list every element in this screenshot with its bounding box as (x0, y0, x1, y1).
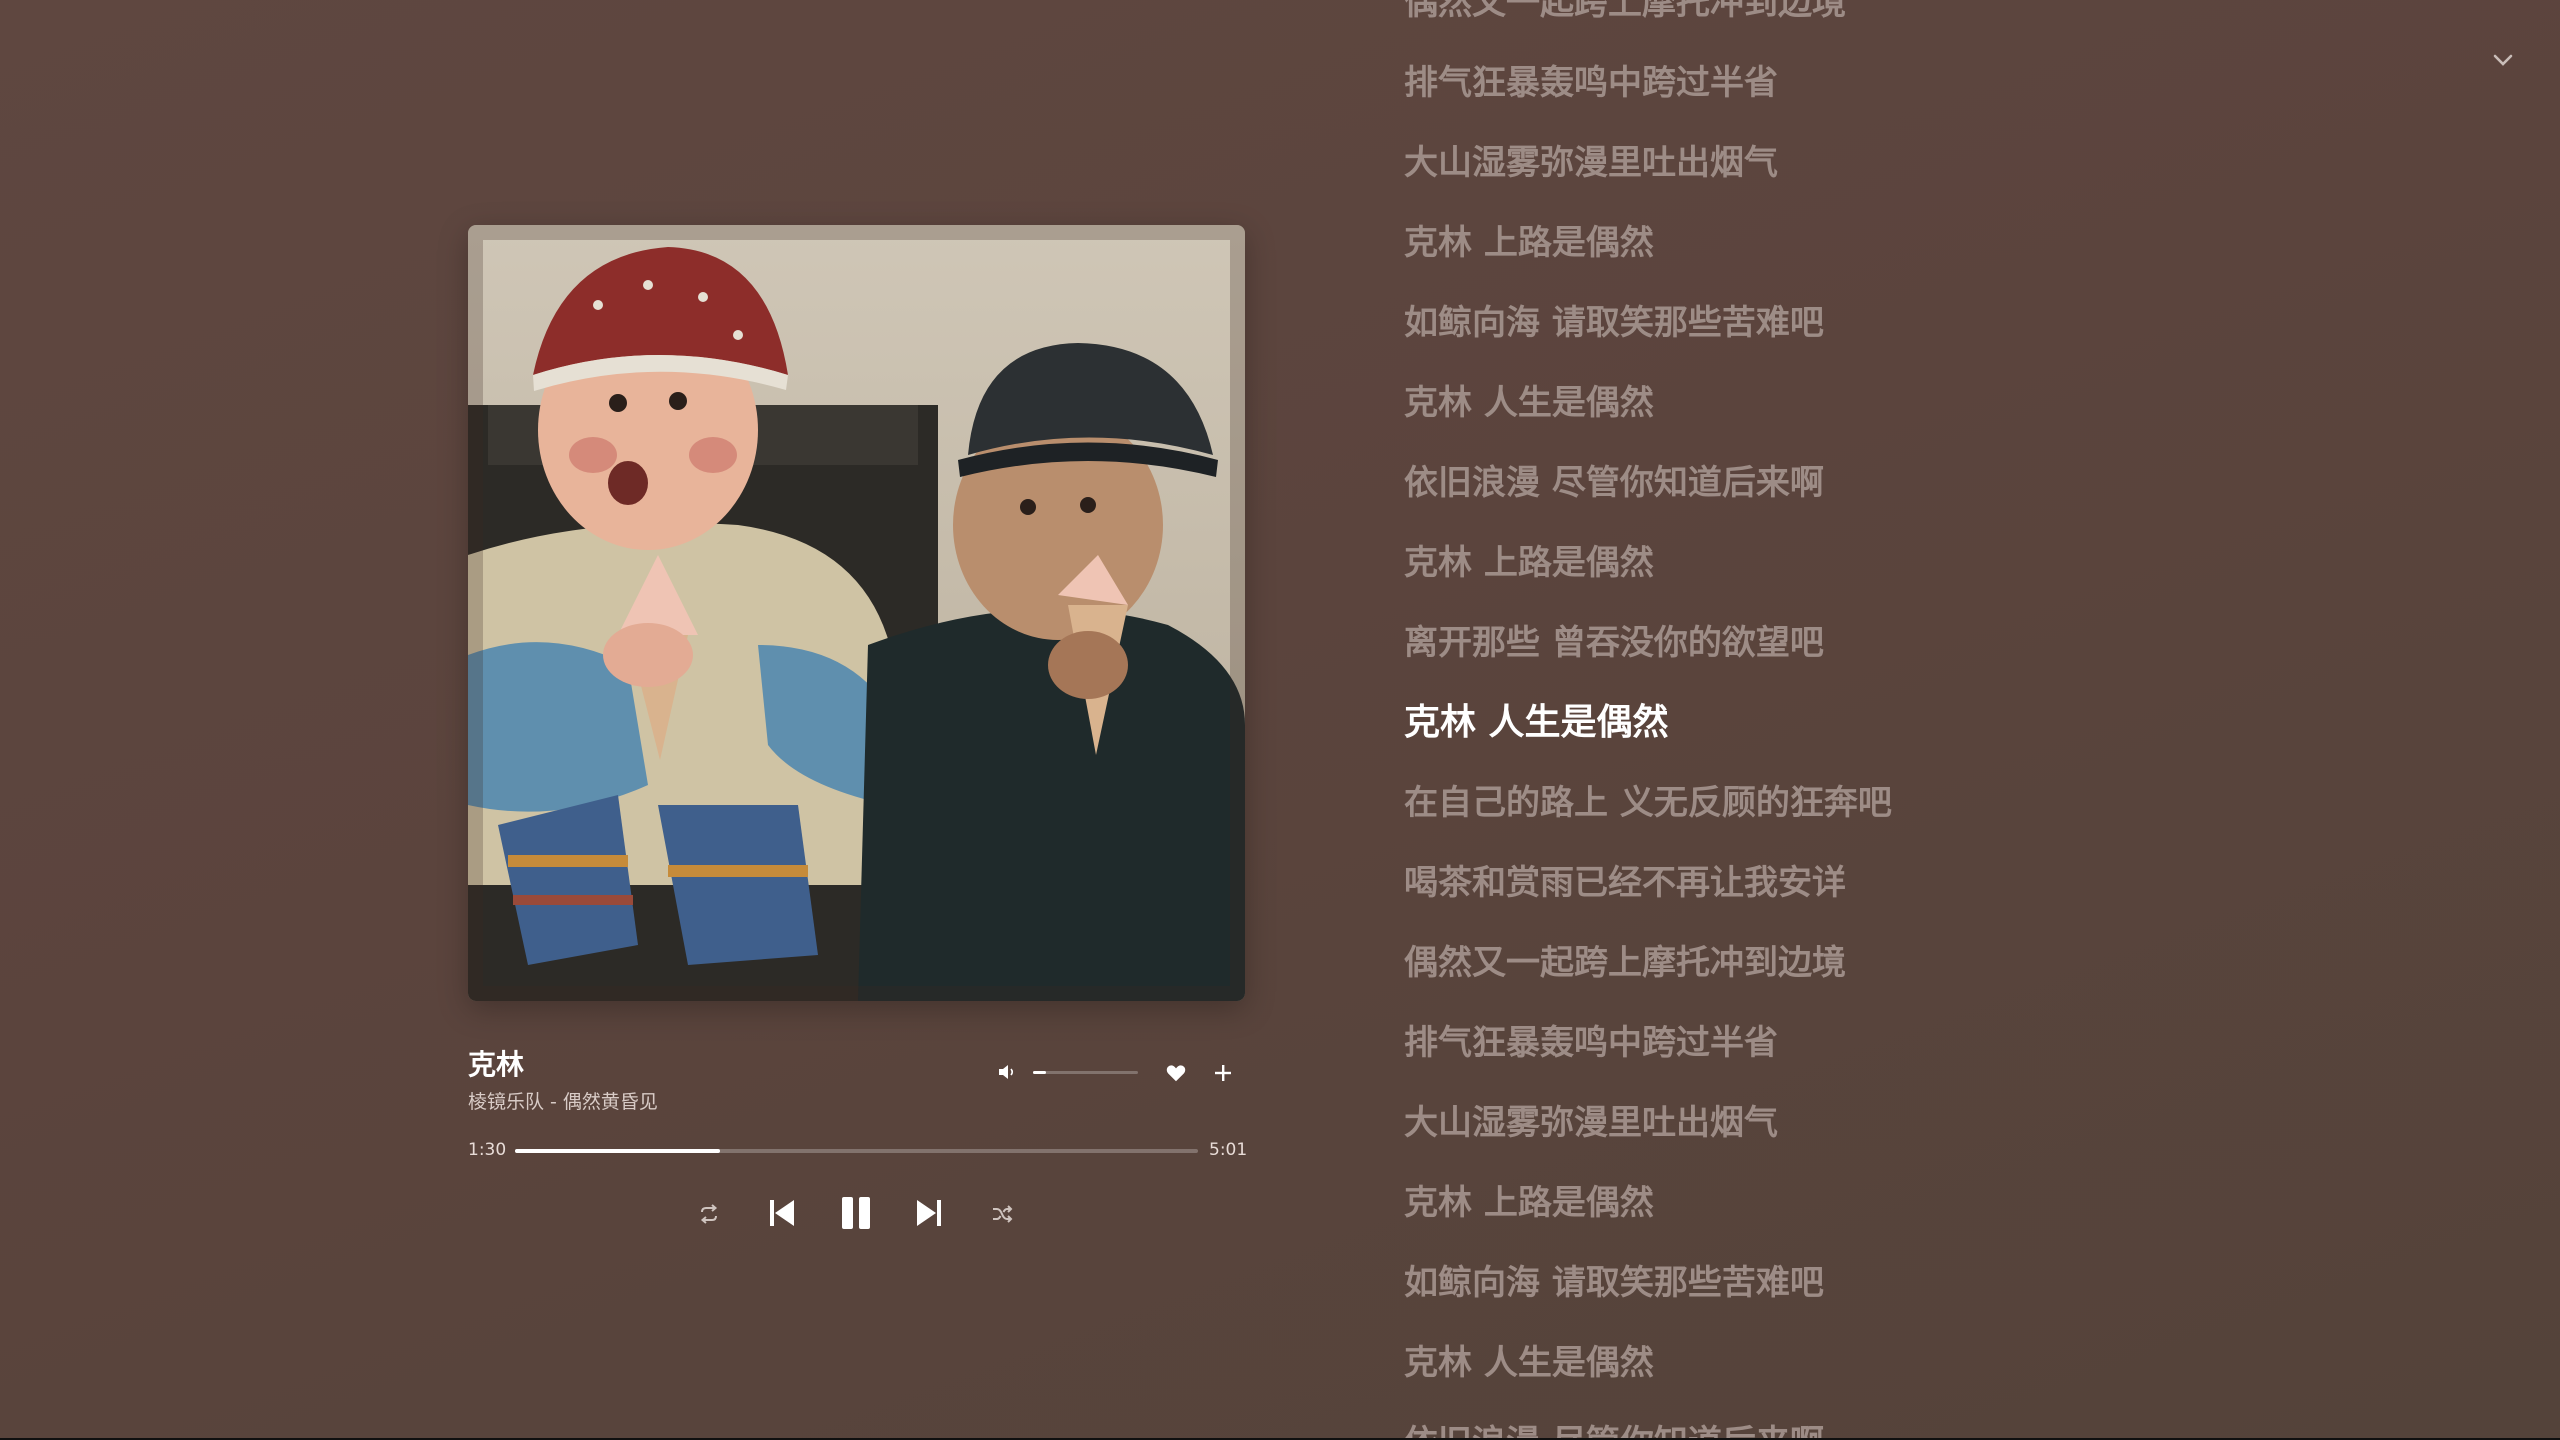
lyric-line[interactable]: 依旧浪漫 尽管你知道后来啊 (1404, 461, 1824, 505)
time-total: 5:01 (1209, 1140, 1248, 1160)
lyric-line[interactable]: 克林 上路是偶然 (1404, 541, 1654, 585)
pause-icon (842, 1197, 870, 1229)
shuffle-button[interactable] (990, 1202, 1014, 1226)
lyric-line[interactable]: 喝茶和赏雨已经不再让我安详 (1404, 861, 1846, 905)
progress-bar-fill (515, 1149, 720, 1153)
lyric-line[interactable]: 克林 人生是偶然 (1404, 1341, 1654, 1385)
volume-slider[interactable] (1033, 1071, 1138, 1074)
lyric-line[interactable]: 大山湿雾弥漫里吐出烟气 (1404, 141, 1778, 185)
lyric-line[interactable]: 排气狂暴轰鸣中跨过半省 (1404, 1021, 1778, 1065)
repeat-button[interactable] (697, 1202, 721, 1226)
lyric-line[interactable]: 克林 上路是偶然 (1404, 221, 1654, 265)
skip-previous-icon (770, 1200, 794, 1226)
lyric-line[interactable]: 偶然又一起跨上摩托冲到边境 (1404, 0, 1846, 25)
plus-icon[interactable] (1212, 1062, 1234, 1084)
lyric-line[interactable]: 排气狂暴轰鸣中跨过半省 (1404, 61, 1778, 105)
lyric-line[interactable]: 离开那些 曾吞没你的欲望吧 (1404, 621, 1824, 665)
album-cover-image (468, 225, 1245, 1001)
lyric-line[interactable]: 大山湿雾弥漫里吐出烟气 (1404, 1101, 1778, 1145)
repeat-icon (700, 1204, 718, 1224)
lyric-line[interactable]: 在自己的路上 义无反顾的狂奔吧 (1404, 781, 1892, 825)
progress-bar[interactable] (515, 1149, 1198, 1153)
volume-slider-fill (1033, 1071, 1046, 1074)
lyric-line[interactable]: 克林 上路是偶然 (1404, 1181, 1654, 1225)
lyric-line[interactable]: 偶然又一起跨上摩托冲到边境 (1404, 941, 1846, 985)
time-elapsed: 1:30 (468, 1140, 507, 1160)
shuffle-icon (993, 1205, 1013, 1223)
lyric-line[interactable]: 如鲸向海 请取笑那些苦难吧 (1404, 1261, 1824, 1305)
lyric-line[interactable]: 如鲸向海 请取笑那些苦难吧 (1404, 301, 1824, 345)
album-cover (468, 225, 1245, 1001)
lyrics-panel[interactable]: 偶然又一起跨上摩托冲到边境 排气狂暴轰鸣中跨过半省 大山湿雾弥漫里吐出烟气 克林 上路… (1404, 0, 2404, 1438)
chevron-down-icon[interactable] (2490, 47, 2516, 73)
track-artist-album[interactable]: 棱镜乐队 - 偶然黄昏见 (468, 1087, 658, 1114)
pause-button[interactable] (838, 1194, 874, 1232)
lyric-line[interactable]: 克林 人生是偶然 (1404, 381, 1654, 425)
next-button[interactable] (914, 1196, 944, 1230)
lyric-line[interactable]: 依旧浪漫 尽管你知道后来啊 (1404, 1421, 1824, 1438)
track-title: 克林 (468, 1048, 525, 1081)
skip-next-icon (917, 1200, 941, 1226)
lyric-line-active[interactable]: 克林 人生是偶然 (1404, 701, 1669, 745)
previous-button[interactable] (767, 1196, 797, 1230)
speaker-icon[interactable] (997, 1062, 1017, 1082)
heart-icon[interactable] (1165, 1062, 1187, 1084)
